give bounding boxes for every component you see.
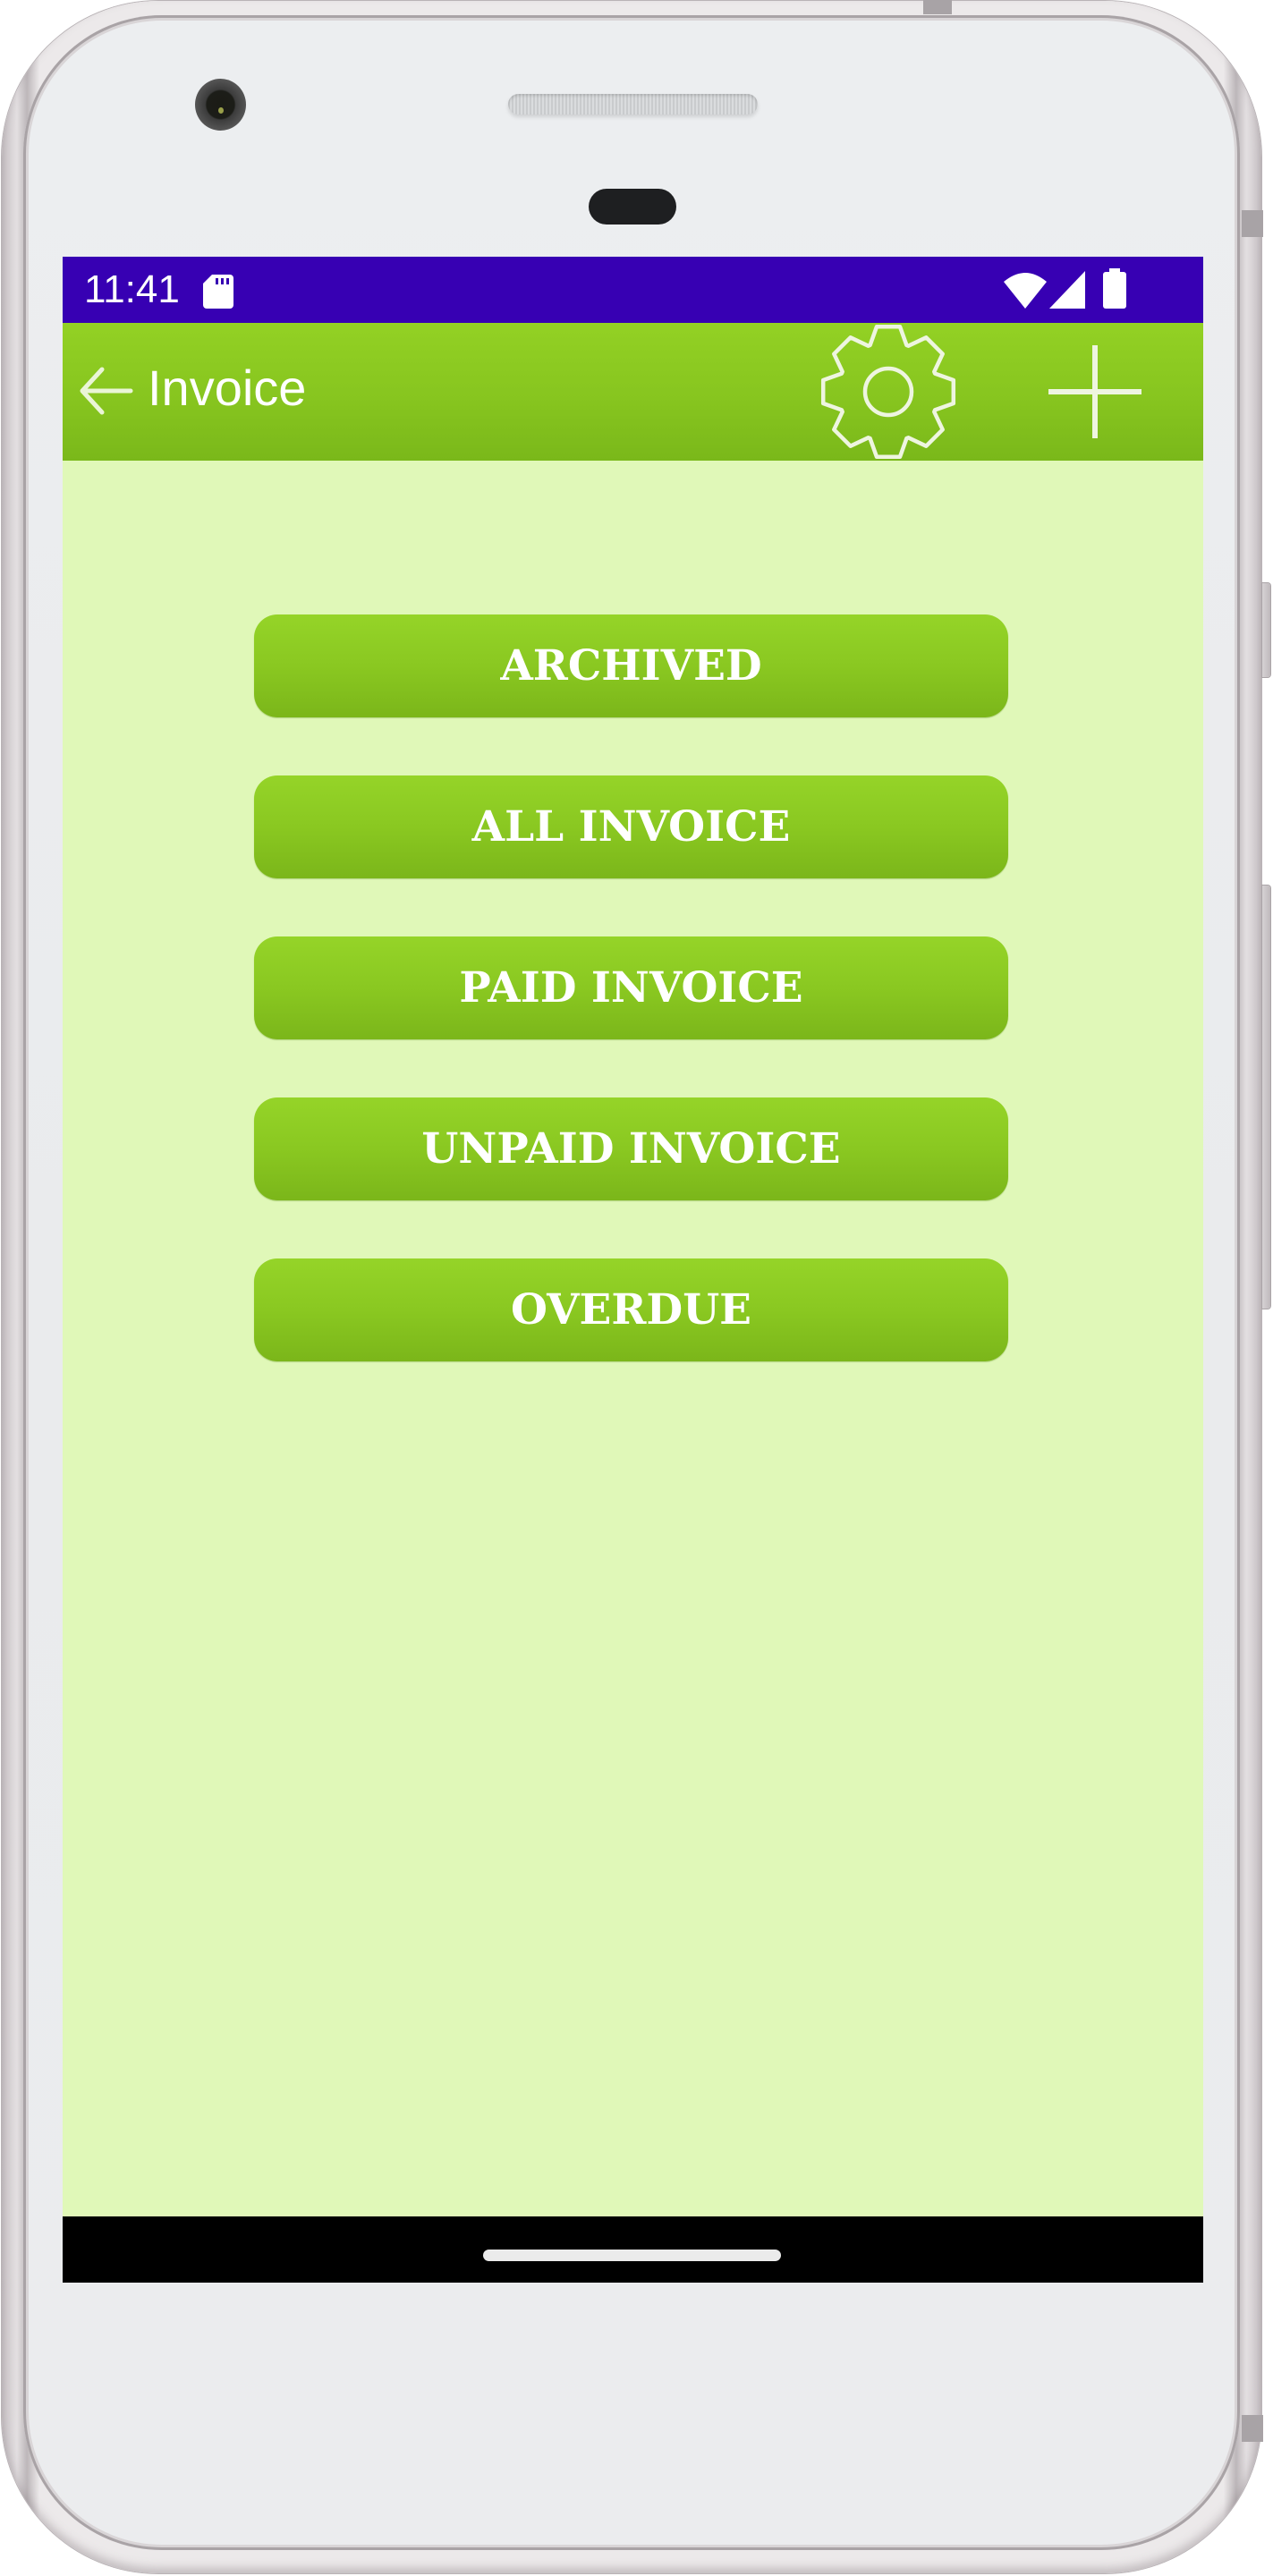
gear-icon[interactable] bbox=[819, 323, 958, 461]
proximity-sensor bbox=[589, 189, 676, 225]
volume-rocker[interactable] bbox=[1262, 886, 1270, 1309]
sd-card-icon bbox=[203, 275, 233, 309]
antenna-line bbox=[1242, 210, 1263, 237]
antenna-line bbox=[1242, 2415, 1263, 2442]
battery-icon bbox=[1103, 268, 1126, 309]
all-invoice-button[interactable]: ALL INVOICE bbox=[254, 775, 1008, 878]
overdue-button[interactable]: OVERDUE bbox=[254, 1258, 1008, 1361]
arrow-left-icon[interactable] bbox=[75, 362, 134, 419]
front-camera bbox=[195, 79, 246, 131]
page-title: Invoice bbox=[148, 360, 307, 416]
status-time: 11:41 bbox=[84, 267, 180, 311]
navigation-bar bbox=[63, 2216, 1203, 2283]
signal-icon bbox=[1049, 271, 1085, 309]
screen: 11:41 Invoice ARCHIVED ALL INVOICE PAID … bbox=[63, 257, 1203, 2283]
invoice-menu: ARCHIVED ALL INVOICE PAID INVOICE UNPAID… bbox=[63, 461, 1203, 2216]
power-button[interactable] bbox=[1262, 583, 1270, 677]
earpiece-speaker bbox=[508, 94, 758, 114]
paid-invoice-button[interactable]: PAID INVOICE bbox=[254, 936, 1008, 1039]
wifi-icon bbox=[1004, 273, 1047, 309]
app-bar: Invoice bbox=[63, 323, 1203, 461]
home-indicator[interactable] bbox=[483, 2250, 781, 2261]
archived-button[interactable]: ARCHIVED bbox=[254, 614, 1008, 717]
antenna-line bbox=[923, 0, 952, 14]
status-bar: 11:41 bbox=[63, 257, 1203, 323]
plus-icon[interactable] bbox=[1047, 343, 1143, 440]
unpaid-invoice-button[interactable]: UNPAID INVOICE bbox=[254, 1097, 1008, 1200]
